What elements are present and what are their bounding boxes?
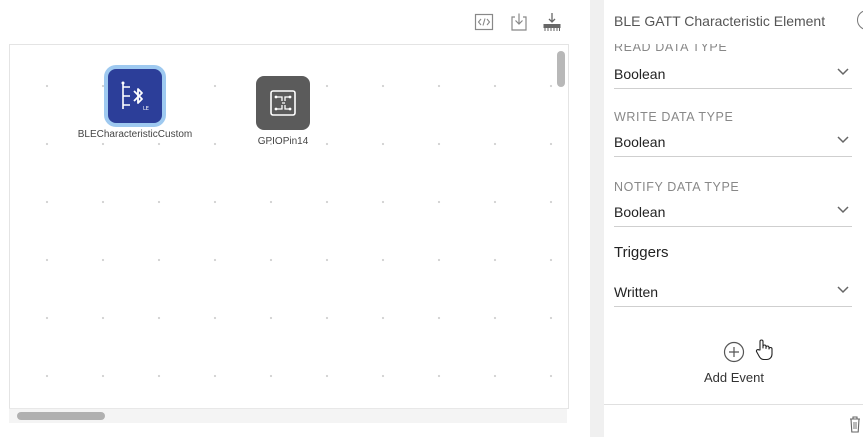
triggers-value: Written xyxy=(614,284,659,300)
design-canvas[interactable]: LE BLECharacteristicCustom GPIOPin14 xyxy=(9,44,569,409)
read-data-type-select[interactable]: Boolean xyxy=(614,62,852,89)
chevron-down-icon xyxy=(837,68,849,76)
notify-data-type-value: Boolean xyxy=(614,204,666,220)
add-event-label: Add Event xyxy=(704,370,764,385)
panel-footer xyxy=(604,404,863,438)
node-label: GPIOPin14 xyxy=(257,136,309,147)
hand-cursor-icon xyxy=(755,339,773,361)
node-label: BLECharacteristicCustom xyxy=(77,129,193,140)
horizontal-scroll-thumb[interactable] xyxy=(17,412,105,420)
code-view-icon[interactable] xyxy=(474,12,494,32)
triggers-select[interactable]: Written xyxy=(614,280,852,307)
canvas-toolbar xyxy=(0,0,590,44)
help-icon[interactable]: ? xyxy=(857,10,863,30)
node-gpio-pin[interactable]: GPIOPin14 xyxy=(248,76,318,147)
properties-panel: BLE GATT Characteristic Element ? READ D… xyxy=(604,0,863,438)
notify-data-type-select[interactable]: Boolean xyxy=(614,200,852,227)
write-data-type-value: Boolean xyxy=(614,134,666,150)
chevron-down-icon xyxy=(837,136,849,144)
panel-header: BLE GATT Characteristic Element ? xyxy=(614,10,863,44)
gpio-pin-icon xyxy=(256,76,310,130)
horizontal-scrollbar[interactable] xyxy=(9,408,567,423)
write-data-type-label: WRITE DATA TYPE xyxy=(614,110,734,124)
panel-title: BLE GATT Characteristic Element xyxy=(614,13,826,29)
write-data-type-select[interactable]: Boolean xyxy=(614,130,852,157)
vertical-scrollbar[interactable] xyxy=(554,45,568,408)
read-data-type-value: Boolean xyxy=(614,66,666,82)
trash-icon[interactable] xyxy=(849,415,861,433)
chevron-down-icon xyxy=(837,206,849,214)
chevron-down-icon xyxy=(837,286,849,294)
notify-data-type-label: NOTIFY DATA TYPE xyxy=(614,180,740,194)
svg-text:LE: LE xyxy=(143,106,149,112)
panel-scroll-area[interactable]: READ DATA TYPE Boolean WRITE DATA TYPE B… xyxy=(604,36,863,401)
plus-circle-icon xyxy=(723,341,745,363)
deploy-icon[interactable] xyxy=(542,12,562,32)
ble-characteristic-icon: LE xyxy=(108,69,162,123)
triggers-title: Triggers xyxy=(614,244,669,261)
panel-divider[interactable] xyxy=(590,0,604,437)
node-ble-characteristic[interactable]: LE BLECharacteristicCustom xyxy=(45,69,225,140)
vertical-scroll-thumb[interactable] xyxy=(557,51,565,87)
download-icon[interactable] xyxy=(509,12,529,32)
